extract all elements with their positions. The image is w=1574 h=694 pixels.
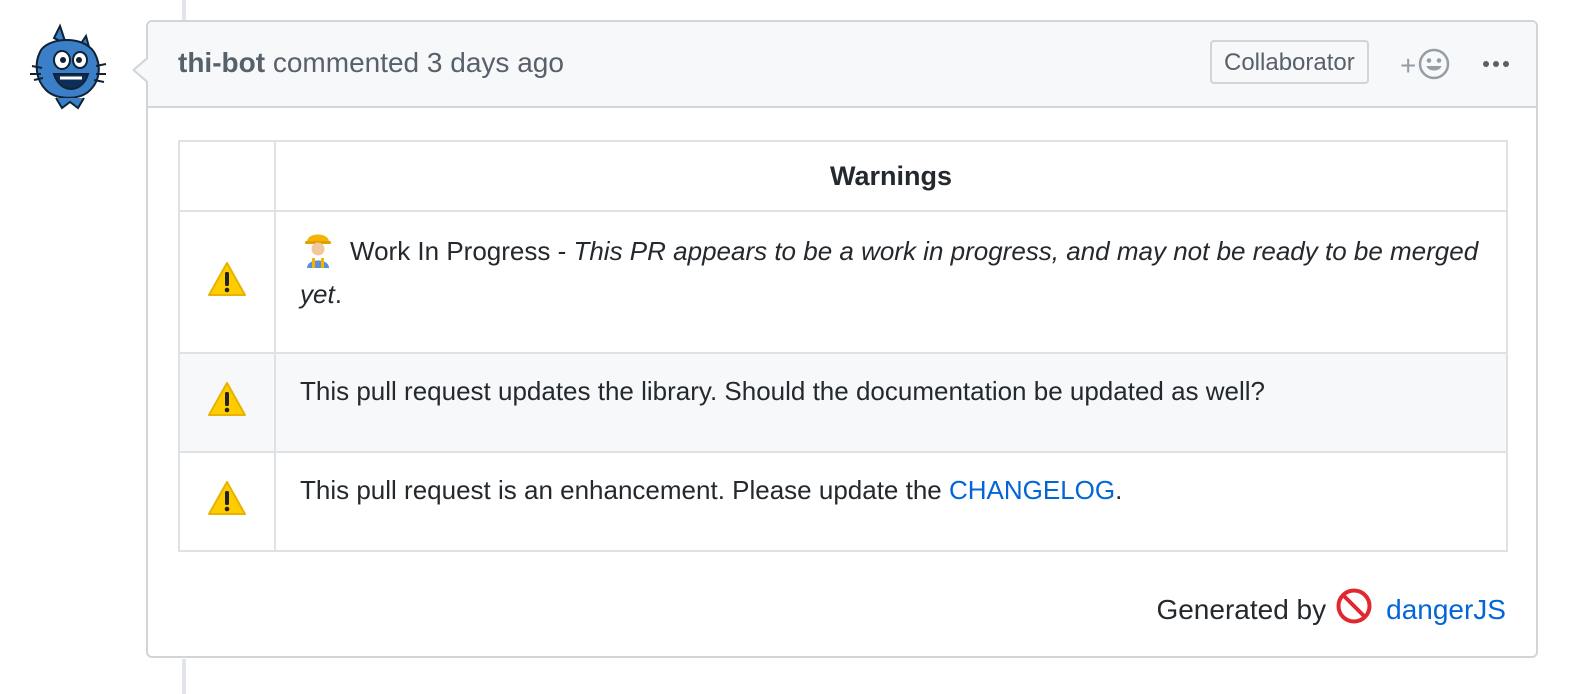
- generated-by-label: Generated by: [1156, 593, 1327, 625]
- table-row: This pull request updates the library. S…: [178, 352, 1508, 453]
- warning-icon: [208, 481, 246, 515]
- warnings-header: Warnings: [274, 140, 1508, 212]
- collaborator-badge: Collaborator: [1210, 40, 1369, 84]
- timeline-line: [182, 659, 186, 694]
- author-link[interactable]: thi-bot: [178, 47, 265, 78]
- comment-meta: thi-bot commented 3 days ago: [178, 47, 564, 79]
- comment-box: thi-bot commented 3 days ago Collaborato…: [132, 20, 1538, 658]
- no-entry-icon: [1336, 588, 1372, 631]
- table-row: Work In Progress - This PR appears to be…: [178, 210, 1508, 354]
- generated-by-footer: Generated by dangerJS: [1156, 588, 1506, 631]
- icon-column-header: [178, 140, 276, 212]
- warning-text: This pull request is an enhancement. Ple…: [300, 475, 949, 505]
- changelog-link[interactable]: CHANGELOG: [949, 475, 1115, 505]
- warning-message: This pull request updates the library. S…: [274, 352, 1508, 453]
- plus-label: +: [1400, 50, 1417, 81]
- warning-icon-cell: [178, 210, 276, 354]
- warning-trail: .: [1115, 475, 1123, 505]
- construction-worker-icon: [305, 234, 331, 268]
- warning-icon: [208, 261, 246, 296]
- warning-icon: [208, 382, 246, 416]
- kebab-menu-icon[interactable]: [1478, 44, 1514, 84]
- comment-action: commented: [272, 47, 420, 78]
- add-reaction-button[interactable]: +: [1400, 48, 1450, 84]
- dangerjs-link[interactable]: dangerJS: [1386, 594, 1506, 626]
- warning-message: Work In Progress - This PR appears to be…: [274, 210, 1508, 354]
- bot-avatar[interactable]: [26, 22, 110, 110]
- warning-icon-cell: [178, 352, 276, 453]
- warnings-table: Warnings Work In Progress - This PR appe…: [178, 140, 1508, 552]
- warning-trail: .: [334, 279, 342, 309]
- warning-message: This pull request is an enhancement. Ple…: [274, 451, 1508, 552]
- comment-body: Warnings Work In Progress - This PR appe…: [178, 140, 1510, 552]
- warning-lead: Work In Progress -: [350, 236, 574, 266]
- comment-timestamp[interactable]: 3 days ago: [427, 47, 564, 78]
- timeline-line: [182, 0, 186, 20]
- smiley-icon: [1418, 48, 1450, 85]
- comment-header: thi-bot commented 3 days ago Collaborato…: [148, 22, 1536, 108]
- warning-icon-cell: [178, 451, 276, 552]
- table-row: This pull request is an enhancement. Ple…: [178, 451, 1508, 552]
